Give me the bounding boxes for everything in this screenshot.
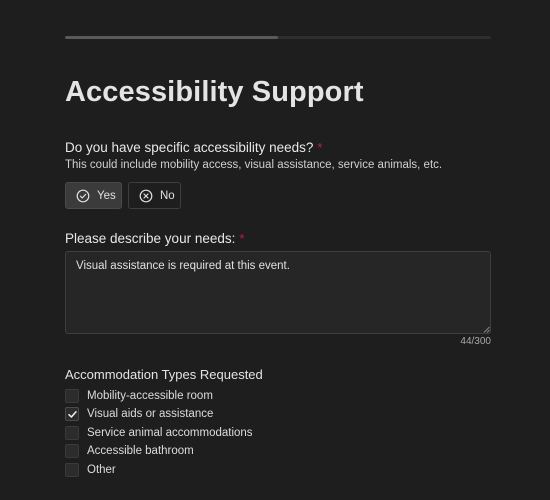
progress-bar [65,36,491,39]
yes-button-label: Yes [97,189,116,202]
resize-handle-icon[interactable] [483,326,490,333]
yes-button[interactable]: Yes [65,182,122,209]
checkbox-label: Visual aids or assistance [87,408,214,420]
checkbox-label: Mobility-accessible room [87,390,213,402]
checkbox[interactable] [65,463,79,477]
needs-question-hint: This could include mobility access, visu… [65,159,443,171]
checkmark-icon [67,410,77,418]
checkbox[interactable] [65,444,79,458]
checkbox-label: Other [87,464,116,476]
required-asterisk: * [239,231,245,246]
describe-label: Please describe your needs: * [65,231,244,246]
checkbox-mobility-accessible-room[interactable]: Mobility-accessible room [65,388,213,404]
checkbox-service-animal[interactable]: Service animal accommodations [65,425,253,441]
checkbox[interactable] [65,389,79,403]
checkbox-label: Accessible bathroom [87,445,194,457]
checkbox-accessible-bathroom[interactable]: Accessible bathroom [65,443,194,459]
checkbox-other[interactable]: Other [65,462,116,478]
checkbox-label: Service animal accommodations [87,427,253,439]
needs-question-label: Do you have specific accessibility needs… [65,140,322,155]
needs-description-textarea[interactable]: Visual assistance is required at this ev… [65,251,491,334]
checkbox[interactable] [65,426,79,440]
character-counter: 44/300 [460,336,491,347]
progress-fill [65,36,278,39]
check-circle-icon [76,189,90,203]
no-button-label: No [160,189,175,202]
form-page: Accessibility Support Do you have specif… [0,0,550,500]
checkbox[interactable] [65,407,79,421]
no-button[interactable]: No [128,182,181,209]
x-circle-icon [139,189,153,203]
needs-question-text: Do you have specific accessibility needs… [65,140,314,155]
checkbox-visual-aids[interactable]: Visual aids or assistance [65,406,213,422]
accommodations-title: Accommodation Types Requested [65,367,263,382]
page-title: Accessibility Support [65,76,364,108]
required-asterisk: * [317,140,323,155]
describe-label-text: Please describe your needs: [65,231,236,246]
